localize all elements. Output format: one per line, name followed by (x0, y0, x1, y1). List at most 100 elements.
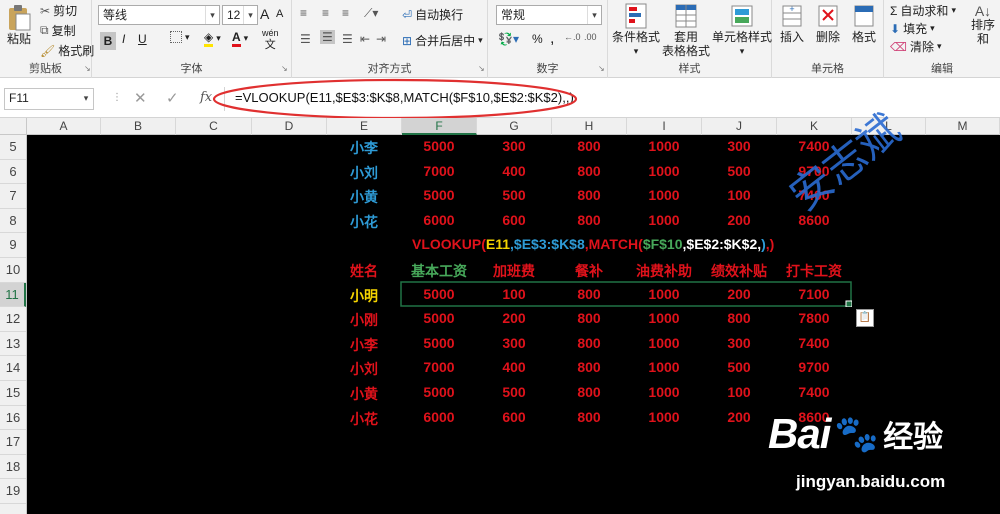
sort-filter-button[interactable]: A↓ 排序和 (968, 4, 998, 46)
value-cell[interactable]: 200 (702, 409, 776, 425)
font-size-select[interactable]: 12 ▾ (222, 5, 258, 25)
value-cell[interactable]: 9700 (777, 359, 851, 375)
dialog-launcher-icon[interactable]: ↘ (84, 64, 91, 73)
row-header-12[interactable]: 12 (0, 307, 26, 332)
cell-styles-button[interactable]: 单元格样式 ▾ (712, 2, 772, 58)
align-middle-button[interactable]: ≡ (322, 6, 329, 20)
insert-button[interactable]: + 插入 (774, 2, 810, 44)
shrink-font-button[interactable]: A (276, 8, 283, 20)
chevron-down-icon[interactable]: ▾ (79, 89, 93, 107)
value-cell[interactable]: 5000 (402, 310, 476, 326)
value-cell[interactable]: 100 (702, 384, 776, 400)
header-cell[interactable]: 姓名 (327, 261, 401, 281)
value-cell[interactable]: 100 (477, 286, 551, 302)
column-header-f[interactable]: F (402, 118, 477, 135)
value-cell[interactable]: 1000 (627, 310, 701, 326)
orientation-button[interactable]: ⟋▾ (364, 6, 378, 21)
header-cell[interactable]: 打卡工资 (777, 261, 851, 281)
row-header-14[interactable]: 14 (0, 356, 26, 381)
name-cell[interactable]: 小刘 (327, 359, 401, 379)
value-cell[interactable]: 500 (702, 359, 776, 375)
value-cell[interactable]: 7000 (402, 359, 476, 375)
value-cell[interactable]: 800 (552, 187, 626, 203)
grow-font-button[interactable]: A (260, 6, 269, 22)
value-cell[interactable]: 1000 (627, 359, 701, 375)
header-cell[interactable]: 油费补助 (627, 261, 701, 281)
clear-button[interactable]: ⌫ 清除 ▾ (890, 38, 942, 55)
value-cell[interactable]: 5000 (402, 335, 476, 351)
cut-button[interactable]: ✂ 剪切 (40, 2, 77, 19)
name-cell[interactable]: 小花 (327, 409, 401, 429)
value-cell[interactable]: 200 (702, 286, 776, 302)
value-cell[interactable]: 300 (702, 335, 776, 351)
value-cell[interactable]: 1000 (627, 286, 701, 302)
dialog-launcher-icon[interactable]: ↘ (598, 64, 605, 73)
name-cell[interactable]: 小黄 (327, 384, 401, 404)
row-header-13[interactable]: 13 (0, 332, 26, 357)
row-header-15[interactable]: 15 (0, 381, 26, 406)
border-button[interactable]: ▾ (170, 31, 190, 43)
value-cell[interactable]: 200 (702, 212, 776, 228)
name-cell[interactable]: 小刚 (327, 310, 401, 330)
header-cell[interactable]: 加班费 (477, 261, 551, 281)
row-header-5[interactable]: 5 (0, 135, 26, 160)
value-cell[interactable]: 5000 (402, 286, 476, 302)
value-cell[interactable]: 300 (477, 138, 551, 154)
column-header-m[interactable]: M (926, 118, 1000, 135)
conditional-format-button[interactable]: 条件格式 ▾ (610, 2, 662, 58)
value-cell[interactable]: 7400 (777, 384, 851, 400)
value-cell[interactable]: 800 (702, 310, 776, 326)
value-cell[interactable]: 6000 (402, 409, 476, 425)
value-cell[interactable]: 600 (477, 212, 551, 228)
row-header-16[interactable]: 16 (0, 406, 26, 431)
column-header-b[interactable]: B (101, 118, 176, 135)
value-cell[interactable]: 400 (477, 163, 551, 179)
value-cell[interactable]: 6000 (402, 212, 476, 228)
name-cell[interactable]: 小刘 (327, 163, 401, 183)
decrease-decimal-button[interactable]: .00 (584, 32, 597, 42)
value-cell[interactable]: 1000 (627, 163, 701, 179)
increase-indent-button[interactable]: ⇥ (376, 32, 386, 46)
value-cell[interactable]: 800 (552, 409, 626, 425)
value-cell[interactable]: 800 (552, 212, 626, 228)
paste-options-icon[interactable]: 📋 (856, 309, 874, 327)
value-cell[interactable]: 5000 (402, 384, 476, 400)
chevron-down-icon[interactable]: ▾ (205, 6, 219, 24)
value-cell[interactable]: 500 (477, 384, 551, 400)
delete-button[interactable]: 删除 (810, 2, 846, 44)
value-cell[interactable]: 1000 (627, 335, 701, 351)
column-header-e[interactable]: E (327, 118, 402, 135)
value-cell[interactable]: 1000 (627, 384, 701, 400)
cancel-icon[interactable]: ✕ (134, 89, 147, 107)
value-cell[interactable]: 1000 (627, 138, 701, 154)
fill-button[interactable]: ⬇ 填充 ▾ (890, 20, 935, 37)
number-format-select[interactable]: 常规 ▾ (496, 5, 602, 25)
percent-button[interactable]: % (532, 32, 543, 46)
value-cell[interactable]: 7100 (777, 286, 851, 302)
value-cell[interactable]: 600 (477, 409, 551, 425)
align-left-button[interactable]: ☰ (300, 32, 311, 46)
increase-decimal-button[interactable]: ←.0 (564, 32, 581, 42)
autosum-button[interactable]: Σ 自动求和 ▾ (890, 2, 956, 19)
italic-button[interactable]: I (122, 32, 125, 46)
name-cell[interactable]: 小李 (327, 138, 401, 158)
value-cell[interactable]: 7000 (402, 163, 476, 179)
format-as-table-button[interactable]: 套用 表格格式 (660, 2, 712, 58)
select-all-corner[interactable] (0, 118, 27, 135)
value-cell[interactable]: 800 (552, 384, 626, 400)
align-bottom-button[interactable]: ≡ (342, 6, 349, 20)
name-box[interactable]: F11 ▾ (4, 88, 94, 110)
row-header-8[interactable]: 8 (0, 209, 26, 234)
value-cell[interactable]: 1000 (627, 409, 701, 425)
dialog-launcher-icon[interactable]: ↘ (281, 64, 288, 73)
header-cell[interactable]: 绩效补贴 (702, 261, 776, 281)
row-header-9[interactable]: 9 (0, 233, 26, 258)
comma-button[interactable]: , (550, 30, 554, 48)
chevron-down-icon[interactable]: ▾ (587, 6, 601, 24)
paste-button[interactable]: 粘贴 (4, 4, 34, 46)
value-cell[interactable]: 5000 (402, 187, 476, 203)
value-cell[interactable]: 1000 (627, 212, 701, 228)
wrap-text-button[interactable]: ⏎ 自动换行 (402, 6, 463, 23)
column-header-d[interactable]: D (252, 118, 327, 135)
value-cell[interactable]: 500 (477, 187, 551, 203)
